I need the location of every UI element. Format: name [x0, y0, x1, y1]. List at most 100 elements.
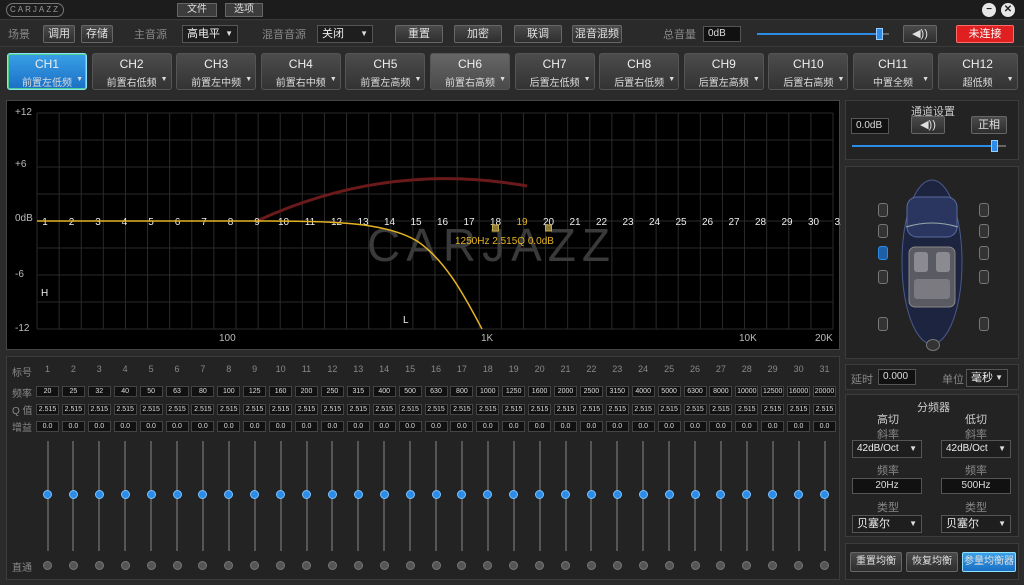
band-gain-handle[interactable]: [302, 490, 311, 499]
band-q-input[interactable]: 2.515: [269, 404, 293, 415]
hp-type-select[interactable]: 贝塞尔 ▼: [852, 515, 922, 533]
band-q-input[interactable]: 2.515: [372, 404, 396, 415]
band-q-input[interactable]: 2.515: [813, 404, 836, 415]
store-button[interactable]: 存储: [81, 25, 113, 43]
band-freq-input[interactable]: 1000: [476, 386, 500, 397]
band-q-input[interactable]: 2.515: [605, 404, 629, 415]
band-gain-handle[interactable]: [379, 490, 389, 499]
speaker-rear-left-low-icon[interactable]: [878, 270, 888, 284]
band-gain-handle[interactable]: [94, 490, 104, 499]
band-point-label[interactable]: 25: [675, 217, 687, 228]
channel-tab-10[interactable]: CH10 后置右高频 ▼: [768, 53, 849, 90]
band-freq-input[interactable]: 32: [87, 386, 111, 397]
band-gain-input[interactable]: 0.0: [217, 421, 241, 432]
master-mute-button[interactable]: ◀)): [903, 25, 937, 43]
band-q-input[interactable]: 2.515: [502, 404, 526, 415]
reset-button[interactable]: 重置: [395, 25, 443, 43]
channel-gain-value[interactable]: 0.0dB: [851, 118, 889, 134]
band-freq-input[interactable]: 125: [243, 386, 267, 397]
band-bypass-toggle[interactable]: [379, 561, 389, 570]
band-gain-handle[interactable]: [224, 490, 234, 499]
band-bypass-toggle[interactable]: [172, 561, 182, 570]
band-point-label[interactable]: 28: [755, 217, 767, 228]
band-gain-input[interactable]: 0.0: [709, 421, 733, 432]
link-button[interactable]: 联调: [514, 25, 562, 43]
band-q-input[interactable]: 2.515: [528, 404, 552, 415]
band-bypass-toggle[interactable]: [664, 561, 674, 570]
band-bypass-toggle[interactable]: [457, 561, 467, 570]
speaker-front-right-high-icon[interactable]: [979, 203, 989, 217]
highpass-marker[interactable]: H: [41, 288, 48, 299]
band-q-input[interactable]: 2.515: [450, 404, 474, 415]
band-freq-input[interactable]: 250: [320, 386, 344, 397]
band-gain-handle[interactable]: [43, 490, 52, 499]
band-freq-input[interactable]: 25: [61, 386, 85, 397]
lp-freq-input[interactable]: 500Hz: [941, 478, 1011, 494]
band-bypass-toggle[interactable]: [794, 561, 804, 570]
band-gain-handle[interactable]: [820, 490, 829, 499]
unit-select[interactable]: 毫秒 ▼: [966, 369, 1008, 387]
speaker-rear-right-low-icon[interactable]: [979, 270, 989, 284]
restore-eq-button[interactable]: 恢复均衡: [906, 552, 958, 572]
band-freq-input[interactable]: 80: [191, 386, 215, 397]
band-gain-handle[interactable]: [353, 490, 363, 499]
band-point-label[interactable]: 8: [228, 217, 234, 228]
band-gain-input[interactable]: 0.0: [87, 421, 111, 432]
band-gain-input[interactable]: 0.0: [476, 421, 500, 432]
band-gain-handle[interactable]: [768, 490, 778, 499]
band-bypass-toggle[interactable]: [276, 561, 286, 570]
speaker-front-left-high-icon[interactable]: [878, 203, 888, 217]
band-point-label[interactable]: 27: [728, 217, 740, 228]
band-bypass-toggle[interactable]: [302, 561, 311, 570]
band-freq-input[interactable]: 2000: [554, 386, 577, 397]
band-bypass-toggle[interactable]: [509, 561, 519, 570]
band-freq-input[interactable]: 16000: [787, 386, 811, 397]
band-gain-handle[interactable]: [276, 490, 286, 499]
band-gain-handle[interactable]: [612, 490, 622, 499]
param-eq-button[interactable]: 参量均衡器: [962, 552, 1016, 572]
band-gain-handle[interactable]: [586, 490, 596, 499]
band-gain-input[interactable]: 0.0: [735, 421, 759, 432]
band-point-label[interactable]: 15: [410, 217, 422, 228]
band-gain-input[interactable]: 0.0: [450, 421, 474, 432]
channel-tab-1[interactable]: CH1 前置左低频 ▼: [7, 53, 87, 90]
band-bypass-toggle[interactable]: [561, 561, 570, 570]
band-freq-input[interactable]: 3150: [605, 386, 629, 397]
band-freq-input[interactable]: 500: [398, 386, 422, 397]
band-q-input[interactable]: 2.515: [346, 404, 370, 415]
channel-tab-7[interactable]: CH7 后置左低频 ▼: [514, 53, 595, 90]
band-gain-handle[interactable]: [483, 490, 493, 499]
band-point-label[interactable]: 17: [463, 217, 475, 228]
band-freq-input[interactable]: 20: [36, 386, 59, 397]
band-freq-input[interactable]: 400: [372, 386, 396, 397]
channel-tab-5[interactable]: CH5 前置左高频 ▼: [345, 53, 426, 90]
band-q-input[interactable]: 2.515: [217, 404, 241, 415]
band-freq-input[interactable]: 50: [139, 386, 163, 397]
channel-tab-6[interactable]: CH6 前置右高频 ▼: [430, 53, 510, 90]
speaker-front-left-mid-icon[interactable]: [878, 224, 888, 238]
band-point-label[interactable]: 23: [622, 217, 634, 228]
band-q-input[interactable]: 2.515: [761, 404, 785, 415]
band-bypass-toggle[interactable]: [431, 561, 441, 570]
band-bypass-toggle[interactable]: [405, 561, 415, 570]
band-bypass-toggle[interactable]: [120, 561, 130, 570]
band-gain-input[interactable]: 0.0: [165, 421, 189, 432]
band-handle[interactable]: [492, 224, 499, 232]
band-bypass-toggle[interactable]: [250, 561, 260, 570]
band-gain-input[interactable]: 0.0: [61, 421, 85, 432]
band-gain-handle[interactable]: [172, 490, 182, 499]
band-point-label[interactable]: 10: [278, 217, 290, 228]
band-bypass-toggle[interactable]: [742, 561, 752, 570]
band-q-input[interactable]: 2.515: [113, 404, 137, 415]
band-gain-handle[interactable]: [327, 490, 337, 499]
band-gain-handle[interactable]: [664, 490, 674, 499]
call-button[interactable]: 调用: [43, 25, 75, 43]
band-gain-handle[interactable]: [198, 490, 208, 499]
lowpass-marker[interactable]: L: [403, 315, 409, 326]
speaker-rear-left-high-icon[interactable]: [878, 317, 888, 331]
band-gain-input[interactable]: 0.0: [424, 421, 448, 432]
band-point-label[interactable]: 19: [516, 217, 528, 228]
band-bypass-toggle[interactable]: [612, 561, 622, 570]
band-bypass-toggle[interactable]: [68, 561, 78, 570]
band-gain-input[interactable]: 0.0: [502, 421, 526, 432]
